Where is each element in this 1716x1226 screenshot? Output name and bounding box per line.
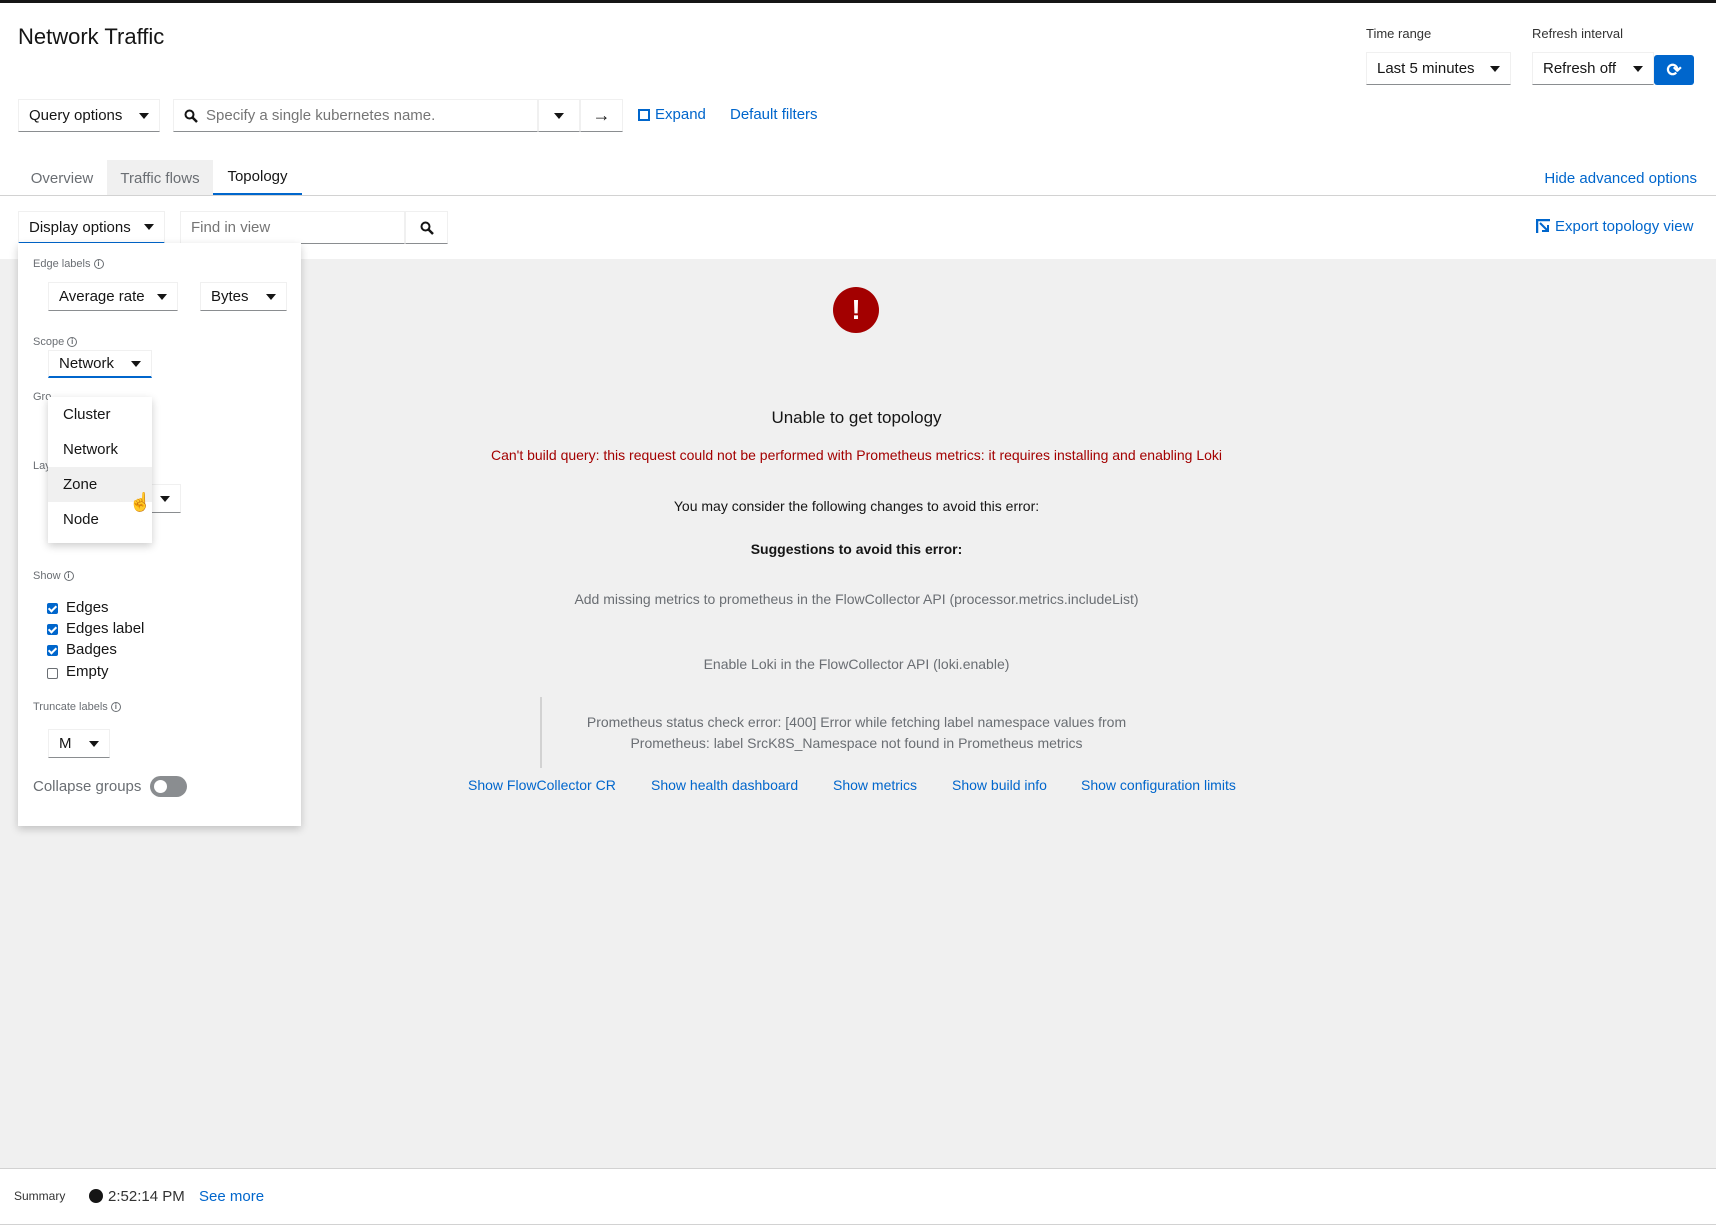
suggestion-item: Enable Loki in the FlowCollector API (lo… [703,656,1010,672]
tab-overview[interactable]: Overview [18,160,106,196]
refresh-interval-value: Refresh off [1543,60,1617,77]
scope-dropdown-menu: Cluster Network Zone Node [48,397,152,543]
error-message: Can't build query: this request could no… [490,447,1223,463]
error-detail-line: Prometheus status check error: [400] Err… [586,714,1127,730]
show-flowcollector-link[interactable]: Show FlowCollector CR [468,777,616,793]
edges-label-checkbox[interactable] [47,624,58,635]
show-build-info-link[interactable]: Show build info [952,777,1047,793]
top-border [0,0,1716,3]
time-range-label: Time range [1366,26,1432,41]
tab-topology[interactable]: Topology [213,160,302,196]
find-search-button[interactable] [405,211,448,244]
caret-down-icon [144,224,154,230]
scope-select[interactable]: Network [48,350,152,378]
arrow-right-icon: → [592,105,611,125]
time-range-value: Last 5 minutes [1377,60,1475,77]
truncate-select[interactable]: M [48,729,110,758]
info-icon: i [93,259,104,269]
expand-icon [638,108,650,121]
caret-down-icon [157,293,167,300]
export-label: Export topology view [1555,218,1694,235]
globe-icon [89,1189,103,1203]
caret-down-icon [131,360,141,367]
refresh-interval-select[interactable]: Refresh off [1532,52,1654,85]
summary-time: 2:52:14 PM [108,1188,185,1205]
collapse-groups-toggle[interactable] [150,776,187,797]
see-more-link[interactable]: See more [199,1188,264,1205]
sync-icon: ⟳ [1666,59,1682,80]
caret-down-icon [266,293,276,300]
caret-down-icon [1633,65,1643,72]
suggestions-title: Suggestions to avoid this error: [750,541,963,557]
export-topology-button[interactable]: Export topology view [1536,218,1693,235]
search-history-dropdown[interactable] [538,99,580,132]
badges-checkbox[interactable] [47,645,58,656]
show-metrics-link[interactable]: Show metrics [833,777,917,793]
caret-down-icon [89,740,99,747]
scope-option-cluster[interactable]: Cluster [48,397,152,432]
edge-unit-value: Bytes [211,288,249,305]
show-title: Show i [33,570,74,582]
expand-button[interactable]: Expand [638,106,706,123]
empty-label: Empty [66,663,109,680]
edge-metric-select[interactable]: Average rate [48,282,178,311]
tabs-divider [0,195,1716,196]
refresh-button[interactable]: ⟳ [1654,55,1694,85]
info-icon: i [67,337,78,347]
collapse-groups-label: Collapse groups [33,778,142,795]
caret-down-icon [1490,65,1500,72]
show-health-dashboard-link[interactable]: Show health dashboard [651,777,798,793]
hand-cursor-icon: ☝ [129,492,152,512]
error-detail-line: Prometheus: label SrcK8S_Namespace not f… [630,735,1083,751]
query-options-select[interactable]: Query options [18,99,160,132]
error-title: Unable to get topology [771,408,942,427]
info-icon: i [110,702,121,712]
search-icon [420,221,434,235]
suggestion-item: Add missing metrics to prometheus in the… [574,591,1139,607]
error-icon: ! [833,287,879,333]
truncate-labels-title: Truncate labels i [33,701,121,713]
default-filters-link[interactable]: Default filters [730,106,818,123]
export-icon [1536,219,1550,233]
footer-divider [0,1168,1716,1169]
footer-bottom-border [0,1224,1716,1225]
tab-traffic-flows[interactable]: Traffic flows [107,160,213,196]
display-options-select[interactable]: Display options [18,211,165,244]
summary-label: Summary [14,1189,66,1203]
edge-unit-select[interactable]: Bytes [200,282,287,311]
edge-labels-title: Edge labels i [33,258,104,270]
hide-advanced-options-link[interactable]: Hide advanced options [1544,170,1697,187]
refresh-interval-label: Refresh interval [1532,26,1624,41]
search-input[interactable] [206,107,526,124]
error-consider: You may consider the following changes t… [673,498,1040,514]
badges-label: Badges [66,641,117,658]
search-submit-button[interactable]: → [580,99,623,132]
scope-option-network[interactable]: Network [48,432,152,467]
display-options-label: Display options [29,218,131,236]
info-icon: i [63,571,74,581]
edges-label: Edges [66,599,109,616]
edges-label-label: Edges label [66,620,145,637]
find-in-view-field[interactable] [180,211,405,244]
search-field[interactable] [173,99,538,132]
edges-checkbox[interactable] [47,603,58,614]
search-icon [184,109,198,123]
page-title: Network Traffic [18,24,165,49]
query-options-label: Query options [29,107,123,124]
caret-down-icon [554,112,564,119]
caret-down-icon [139,112,149,119]
show-configuration-limits-link[interactable]: Show configuration limits [1081,777,1236,793]
scope-value: Network [59,355,115,372]
empty-checkbox[interactable] [47,668,58,679]
blockquote-border [540,697,542,768]
find-in-view-input[interactable] [191,219,391,236]
caret-down-icon [160,495,170,502]
truncate-value: M [59,735,72,752]
time-range-select[interactable]: Last 5 minutes [1366,52,1511,85]
edge-metric-value: Average rate [59,288,145,305]
expand-label: Expand [655,106,706,123]
scope-title: Scope i [33,336,78,348]
